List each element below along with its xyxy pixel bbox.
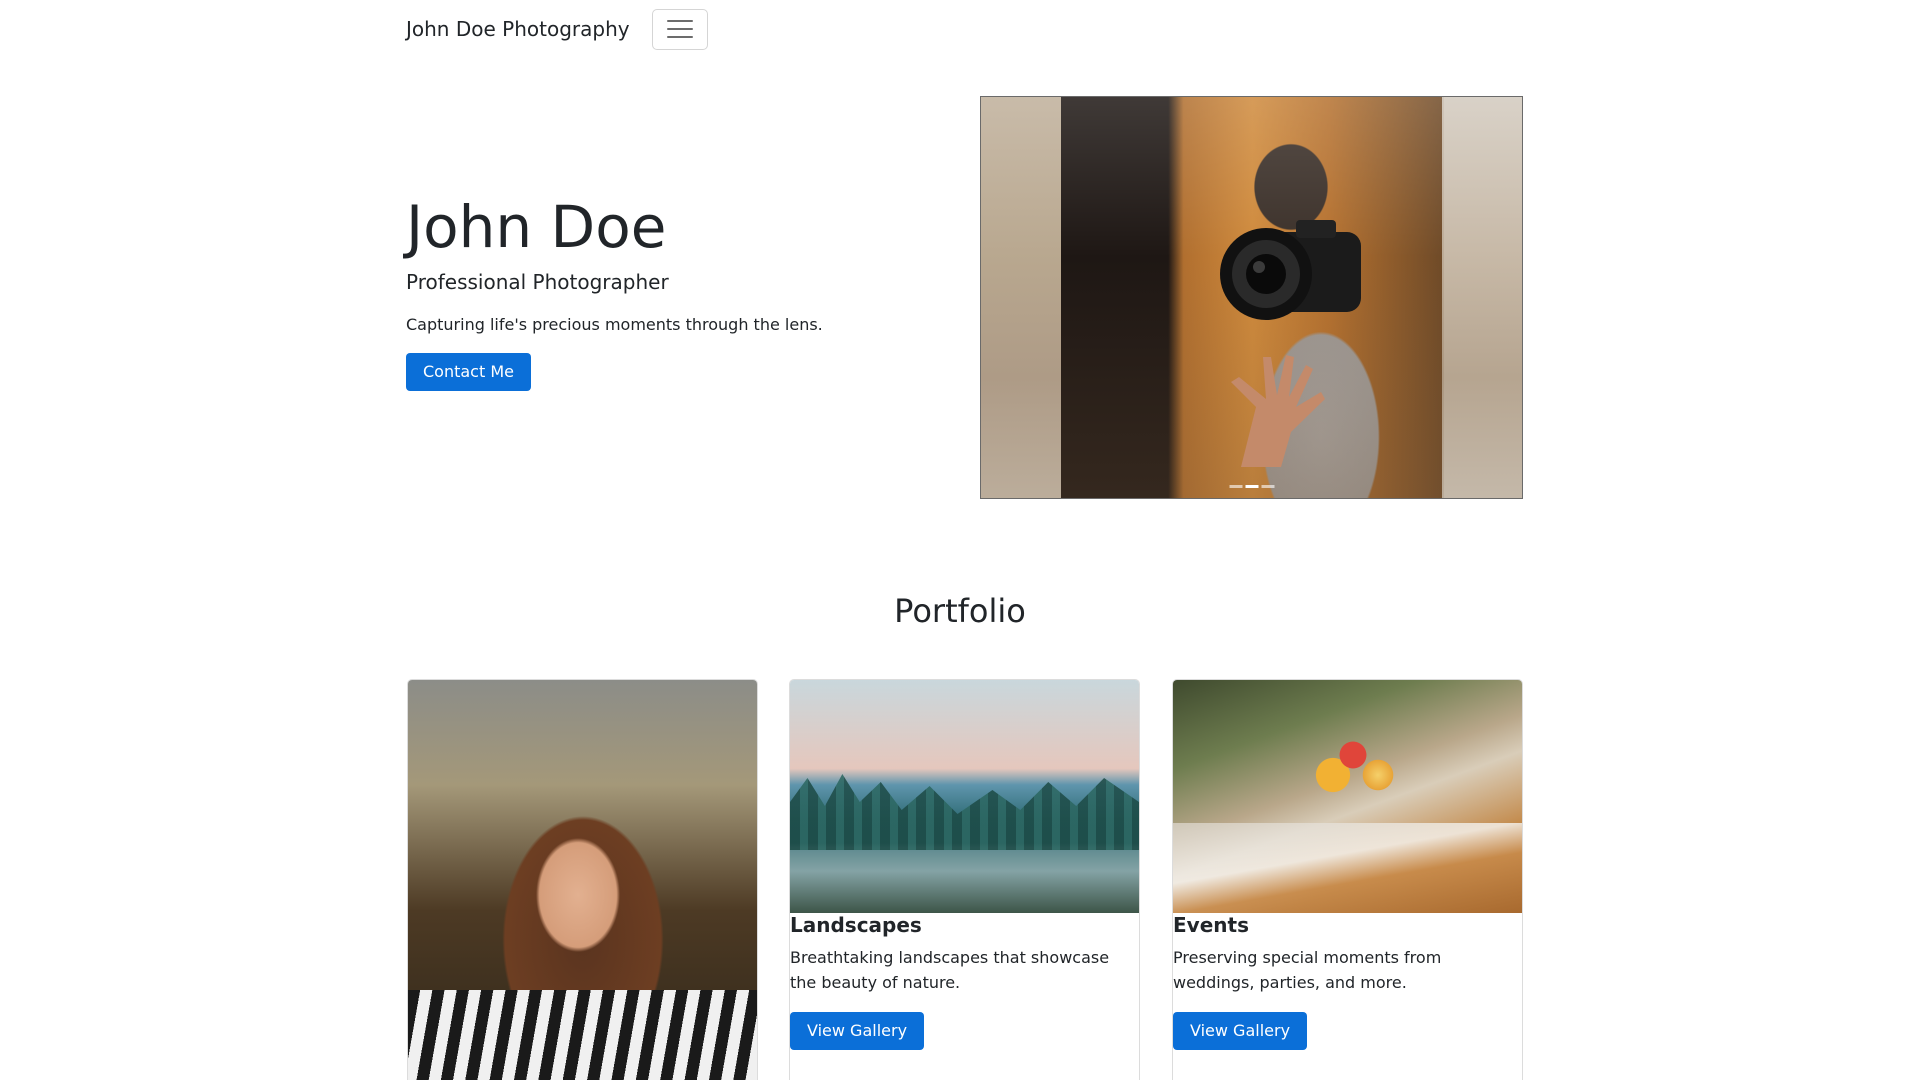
hero-description: Capturing life's precious moments throug… — [406, 314, 823, 334]
carousel-prev-slide[interactable] — [981, 97, 1061, 498]
portfolio-card-events: Events Preserving special moments from w… — [1172, 679, 1523, 1080]
carousel-indicators — [1229, 485, 1274, 488]
events-card-body: Events Preserving special moments from w… — [1173, 913, 1522, 1050]
events-card-title: Events — [1173, 913, 1249, 937]
navbar-brand[interactable]: John Doe Photography — [406, 19, 630, 39]
portraits-card-image — [408, 680, 757, 1080]
landscapes-card-body: Landscapes Breathtaking landscapes that … — [790, 913, 1139, 1050]
hero-name: John Doe — [406, 193, 667, 261]
portfolio-title: Portfolio — [894, 592, 1026, 630]
carousel-indicator-2[interactable] — [1245, 485, 1258, 488]
navbar: John Doe Photography — [406, 8, 708, 50]
navbar-toggle-button[interactable] — [651, 8, 708, 50]
contact-me-button[interactable]: Contact Me — [406, 352, 531, 391]
carousel-active-slide-image — [1061, 97, 1444, 498]
hero-section: John Doe Professional Photographer Captu… — [406, 193, 926, 391]
carousel-indicator-1[interactable] — [1229, 485, 1242, 488]
hamburger-menu-icon — [666, 20, 693, 22]
hand-icon — [1231, 355, 1325, 467]
landscapes-card-title: Landscapes — [790, 913, 922, 937]
portfolio-card-landscapes: Landscapes Breathtaking landscapes that … — [789, 679, 1140, 1080]
hero-carousel[interactable] — [980, 96, 1523, 499]
landscapes-card-text: Breathtaking landscapes that showcase th… — [790, 948, 1110, 992]
events-card-text: Preserving special moments from weddings… — [1173, 948, 1442, 992]
carousel-indicator-3[interactable] — [1261, 485, 1274, 488]
camera-icon — [1220, 220, 1361, 320]
carousel-next-slide[interactable] — [1442, 97, 1522, 498]
landscapes-card-image — [790, 680, 1139, 913]
hero-subtitle: Professional Photographer — [406, 269, 669, 294]
portfolio-card-portraits — [407, 679, 758, 1080]
events-view-gallery-button[interactable]: View Gallery — [1173, 1012, 1308, 1050]
events-card-image — [1173, 680, 1522, 913]
landscapes-view-gallery-button[interactable]: View Gallery — [790, 1012, 925, 1050]
